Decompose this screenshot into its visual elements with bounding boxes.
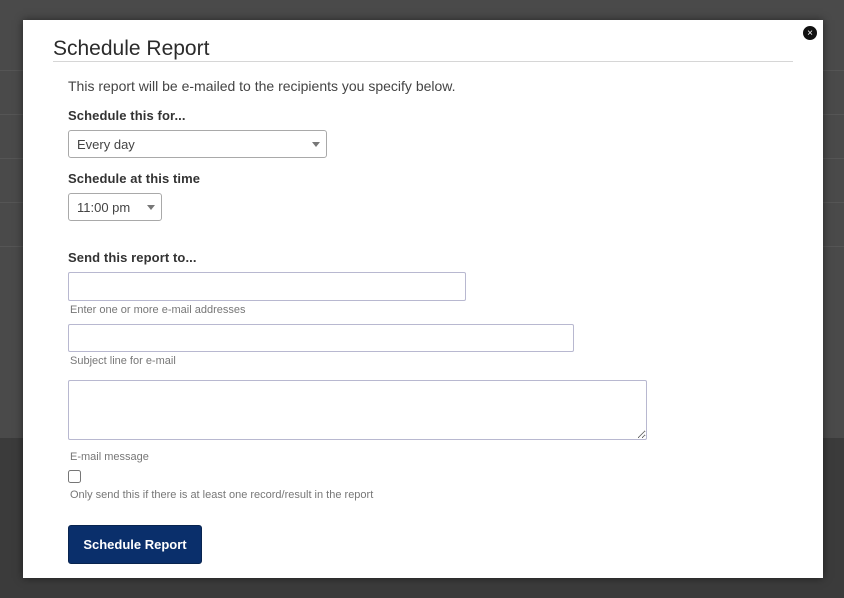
title-divider: [53, 61, 793, 62]
chevron-down-icon: [312, 142, 320, 147]
schedule-for-select[interactable]: Every day: [68, 130, 327, 158]
dialog-title: Schedule Report: [53, 37, 210, 60]
only-if-results-checkbox[interactable]: [68, 470, 81, 483]
send-to-label: Send this report to...: [68, 250, 197, 265]
email-subject-input[interactable]: [68, 324, 574, 352]
subject-hint: Subject line for e-mail: [70, 355, 176, 367]
schedule-time-select[interactable]: 11:00 pm: [68, 193, 162, 221]
email-message-textarea[interactable]: [68, 380, 647, 440]
schedule-for-label: Schedule this for...: [68, 108, 186, 123]
schedule-time-value: 11:00 pm: [77, 200, 131, 215]
schedule-for-value: Every day: [77, 137, 135, 152]
schedule-time-label: Schedule at this time: [68, 171, 201, 186]
dialog-intro-text: This report will be e-mailed to the reci…: [68, 78, 456, 94]
recipients-hint: Enter one or more e-mail addresses: [70, 304, 246, 316]
only-if-results-label: Only send this if there is at least one …: [70, 489, 374, 501]
close-icon[interactable]: ×: [802, 25, 818, 41]
message-hint: E-mail message: [70, 451, 149, 463]
chevron-down-icon: [147, 205, 155, 210]
recipients-email-input[interactable]: [68, 272, 466, 301]
schedule-report-button[interactable]: Schedule Report: [68, 525, 202, 564]
